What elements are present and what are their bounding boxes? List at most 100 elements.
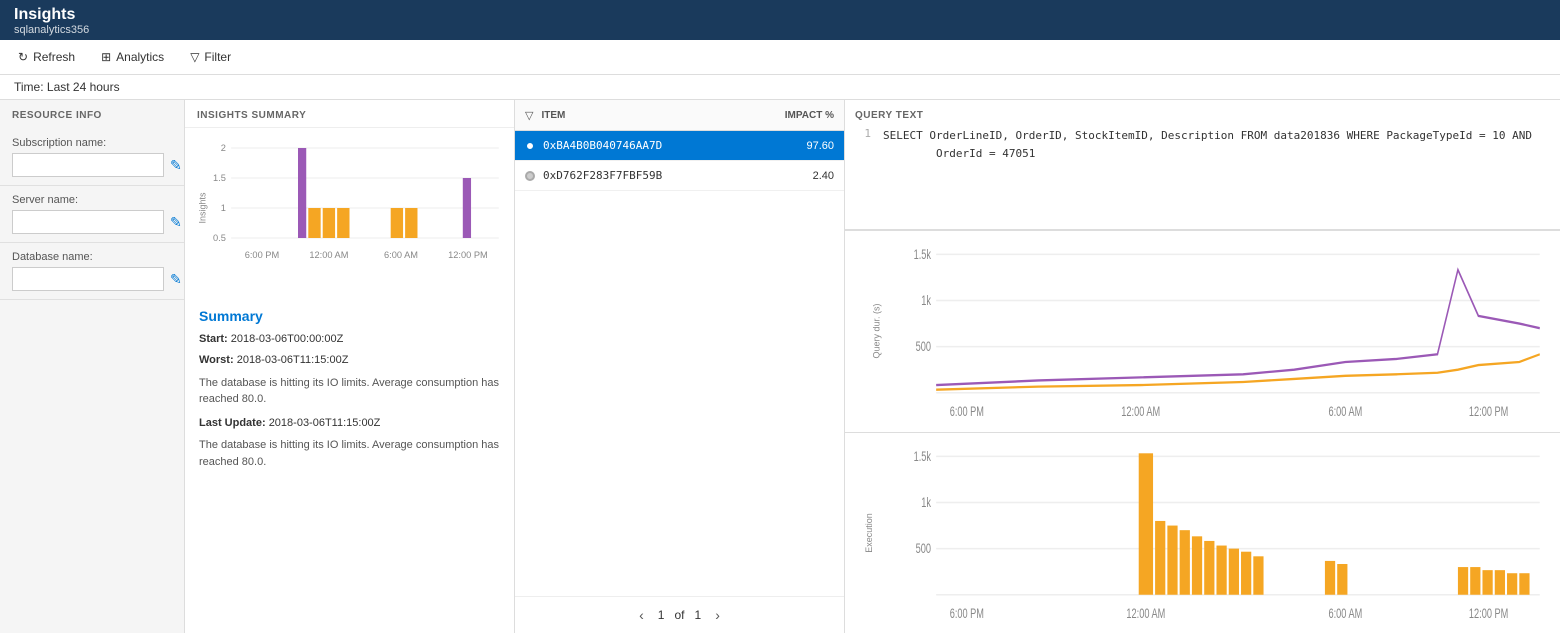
time-range-label: Time: Last 24 hours (14, 80, 120, 94)
summary-desc1: The database is hitting its IO limits. A… (199, 375, 500, 408)
svg-text:6:00 PM: 6:00 PM (245, 250, 279, 260)
database-field: Database name: ✎ (0, 243, 184, 300)
item-impact: 97.60 (754, 140, 834, 152)
line-chart-svg: 1.5k 1k 500 6:00 PM 12:00 AM 6:00 AM 12:… (855, 239, 1550, 424)
query-duration-y-label: Query dur. (s) (872, 304, 882, 359)
page-current: 1 (658, 608, 665, 622)
svg-text:6:00 AM: 6:00 AM (1328, 404, 1362, 419)
items-table-header: ITEM IMPACT % (515, 100, 844, 131)
svg-text:1.5k: 1.5k (914, 449, 931, 464)
next-page-button[interactable]: › (711, 605, 724, 625)
database-input[interactable] (12, 267, 164, 291)
toolbar: Refresh Analytics Filter (0, 40, 1560, 75)
items-list: 0xBA4B0B040746AA7D 97.60 0xD762F283F7FBF… (515, 131, 844, 596)
last-update-value: 2018-03-06T11:15:00Z (269, 417, 381, 429)
query-duration-chart: Query dur. (s) 1.5k 1k 500 (845, 230, 1560, 432)
query-code: SELECT OrderLineID, OrderID, StockItemID… (883, 127, 1532, 162)
resource-panel: RESOURCE INFO Subscription name: ✎ Serve… (0, 100, 185, 633)
start-label: Start: (199, 333, 228, 345)
summary-last-update: Last Update: 2018-03-06T11:15:00Z (199, 416, 500, 431)
items-filter-icon[interactable] (525, 108, 533, 122)
insights-panel-title: INSIGHTS SUMMARY (185, 100, 514, 128)
prev-page-button[interactable]: ‹ (635, 605, 648, 625)
item-id: 0xBA4B0B040746AA7D (543, 139, 754, 152)
item-dot (525, 141, 535, 151)
summary-desc2: The database is hitting its IO limits. A… (199, 437, 500, 470)
item-impact: 2.40 (754, 170, 834, 182)
subscription-field: Subscription name: ✎ (0, 129, 184, 186)
server-input[interactable] (12, 210, 164, 234)
summary-worst: Worst: 2018-03-06T11:15:00Z (199, 353, 500, 368)
subscription-edit-icon[interactable]: ✎ (170, 157, 182, 174)
page-of: of (674, 608, 684, 622)
time-bar: Time: Last 24 hours (0, 75, 1560, 100)
server-field: Server name: ✎ (0, 186, 184, 243)
svg-text:12:00 AM: 12:00 AM (309, 250, 348, 260)
refresh-button[interactable]: Refresh (14, 48, 79, 66)
refresh-icon (18, 50, 28, 64)
item-row[interactable]: 0xBA4B0B040746AA7D 97.60 (515, 131, 844, 161)
col-item-header: ITEM (541, 110, 754, 121)
pagination: ‹ 1 of 1 › (515, 596, 844, 633)
summary-section: Summary Start: 2018-03-06T00:00:00Z Wors… (185, 298, 514, 633)
bar-chart-svg: 1.5k 1k 500 (855, 441, 1550, 626)
analytics-label: Analytics (116, 50, 164, 64)
item-dot (525, 171, 535, 181)
items-panel: ITEM IMPACT % 0xBA4B0B040746AA7D 97.60 0… (515, 100, 845, 633)
svg-text:12:00 AM: 12:00 AM (1126, 606, 1165, 621)
svg-text:0.5: 0.5 (213, 233, 226, 243)
last-update-label: Last Update: (199, 417, 266, 429)
refresh-label: Refresh (33, 50, 75, 64)
query-text-title: QUERY TEXT (855, 110, 1550, 121)
right-panel: QUERY TEXT 1 SELECT OrderLineID, OrderID… (845, 100, 1560, 633)
database-label: Database name: (12, 251, 172, 263)
insights-chart: 2 1.5 1 0.5 Insights 6:00 PM (185, 128, 514, 298)
item-id: 0xD762F283F7FBF59B (543, 169, 754, 182)
server-label: Server name: (12, 194, 172, 206)
insights-chart-svg: 2 1.5 1 0.5 Insights 6:00 PM (195, 138, 504, 278)
svg-text:1.5: 1.5 (213, 173, 226, 183)
main-content: RESOURCE INFO Subscription name: ✎ Serve… (0, 100, 1560, 633)
execution-chart: Execution 1.5k 1k 500 (845, 432, 1560, 633)
analytics-button[interactable]: Analytics (97, 48, 168, 66)
svg-text:6:00 PM: 6:00 PM (950, 404, 984, 419)
filter-label: Filter (204, 50, 231, 64)
svg-text:1k: 1k (921, 495, 931, 510)
query-text-panel: QUERY TEXT 1 SELECT OrderLineID, OrderID… (845, 100, 1560, 230)
filter-button[interactable]: Filter (186, 48, 235, 66)
query-line-number: 1 (855, 127, 871, 162)
svg-text:12:00 PM: 12:00 PM (1469, 404, 1508, 419)
svg-text:6:00 AM: 6:00 AM (1328, 606, 1362, 621)
app-title: Insights (14, 6, 1546, 24)
page-total: 1 (695, 608, 702, 622)
svg-text:1.5k: 1.5k (914, 247, 931, 262)
start-value: 2018-03-06T00:00:00Z (231, 333, 344, 345)
resource-panel-title: RESOURCE INFO (0, 110, 184, 129)
execution-y-label: Execution (864, 513, 874, 553)
svg-text:1k: 1k (921, 293, 931, 308)
filter-icon (190, 50, 199, 64)
subscription-input[interactable] (12, 153, 164, 177)
svg-text:500: 500 (916, 339, 932, 354)
database-edit-icon[interactable]: ✎ (170, 271, 182, 288)
svg-text:2: 2 (221, 143, 226, 153)
summary-start: Start: 2018-03-06T00:00:00Z (199, 332, 500, 347)
query-text-content: 1 SELECT OrderLineID, OrderID, StockItem… (855, 127, 1550, 162)
analytics-icon (101, 50, 111, 64)
svg-text:12:00 AM: 12:00 AM (1121, 404, 1160, 419)
subscription-label: Subscription name: (12, 137, 172, 149)
server-edit-icon[interactable]: ✎ (170, 214, 182, 231)
svg-text:12:00 PM: 12:00 PM (1469, 606, 1508, 621)
svg-text:6:00 AM: 6:00 AM (384, 250, 418, 260)
svg-text:12:00 PM: 12:00 PM (448, 250, 488, 260)
col-impact-header: IMPACT % (754, 110, 834, 121)
svg-text:1: 1 (221, 203, 226, 213)
worst-value: 2018-03-06T11:15:00Z (237, 354, 349, 366)
app-subtitle: sqlanalytics356 (14, 24, 1546, 36)
bottom-charts: Query dur. (s) 1.5k 1k 500 (845, 230, 1560, 633)
app-header: Insights sqlanalytics356 (0, 0, 1560, 40)
summary-title: Summary (199, 308, 500, 324)
item-row[interactable]: 0xD762F283F7FBF59B 2.40 (515, 161, 844, 191)
svg-text:500: 500 (916, 541, 932, 556)
insights-panel: INSIGHTS SUMMARY 2 1.5 1 0.5 Insights (185, 100, 515, 633)
